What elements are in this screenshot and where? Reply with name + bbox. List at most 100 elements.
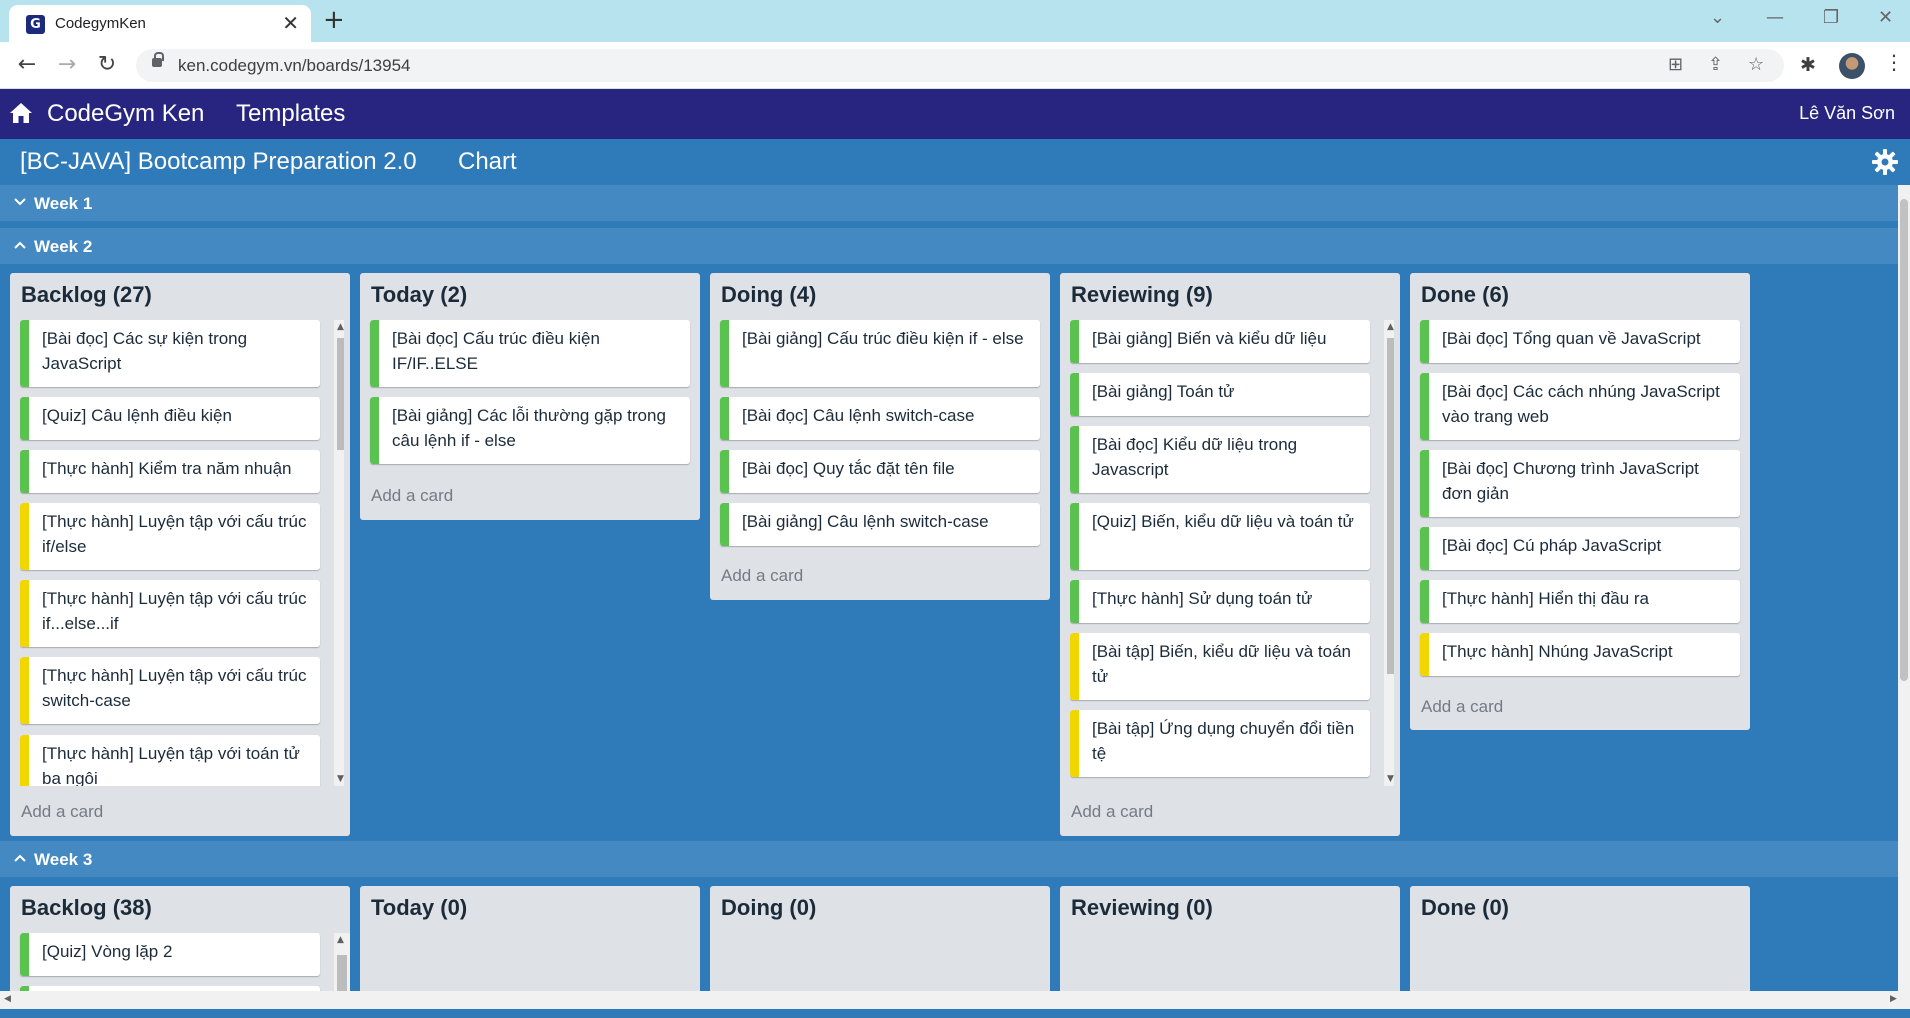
board-title[interactable]: [BC-JAVA] Bootcamp Preparation 2.0	[20, 148, 417, 176]
scroll-thumb[interactable]	[1387, 338, 1394, 674]
back-arrow-icon[interactable]: ←	[12, 50, 42, 80]
card[interactable]: [Thực hành] Luyện tập với cấu trúc if...…	[20, 580, 320, 647]
label-yellow	[20, 580, 29, 647]
card-text: [Bài giảng] Biến và kiểu dữ liệu	[1092, 329, 1327, 348]
scroll-up-icon[interactable]: ▲	[337, 322, 344, 332]
label-green	[370, 397, 379, 464]
forward-arrow-icon[interactable]: →	[52, 50, 82, 80]
card-text: [Bài giảng] Câu lệnh switch-case	[742, 512, 989, 531]
card[interactable]: [Quiz] Biến, kiểu dữ liệu và toán tử	[1070, 503, 1370, 570]
card[interactable]: [Bài đọc] Các cách nhúng JavaScript vào …	[1420, 373, 1740, 440]
label-green	[1420, 450, 1429, 517]
column-doing: Doing (0)	[710, 886, 1050, 996]
card[interactable]: [Thực hành] Nhúng JavaScript	[1420, 633, 1740, 676]
scroll-up-icon[interactable]: ▲	[337, 935, 344, 945]
share-icon[interactable]: ⇪	[1708, 54, 1723, 75]
page-scroll-thumb[interactable]	[1900, 199, 1908, 681]
scroll-down-icon[interactable]: ▼	[1387, 774, 1394, 784]
card[interactable]: [Bài đọc] Quy tắc đặt tên file	[720, 450, 1040, 493]
card[interactable]: [Quiz] Vòng lặp 2	[20, 933, 320, 976]
list-scrollbar[interactable]: ▲ ▼	[334, 320, 344, 786]
card[interactable]: [Thực hành] Luyện tập với toán tử ba ngô…	[20, 735, 320, 786]
browser-menu-icon[interactable]: ⋮	[1884, 50, 1904, 74]
card[interactable]: [Thực hành] Luyện tập với cấu trúc if/el…	[20, 503, 320, 570]
scroll-up-icon[interactable]: ▲	[1387, 322, 1394, 332]
card[interactable]: [Bài đọc] Chương trình JavaScript đơn gi…	[1420, 450, 1740, 517]
label-green	[1420, 320, 1429, 363]
label-green	[1070, 426, 1079, 493]
gear-icon[interactable]	[1872, 149, 1898, 175]
user-menu[interactable]: Lê Văn Sơn	[1799, 103, 1895, 124]
week-2-header[interactable]: Week 2	[0, 228, 1898, 264]
card-list: [Bài đọc] Các sự kiện trong JavaScript […	[20, 320, 344, 786]
card[interactable]: [Thực hành] Kiểm tra năm nhuận	[20, 450, 320, 493]
card[interactable]: [Bài đọc] Câu lệnh switch-case	[720, 397, 1040, 440]
chart-link[interactable]: Chart	[458, 148, 517, 176]
add-card-link[interactable]: Add a card	[721, 566, 803, 586]
tab-search-chevron-icon[interactable]: ⌄	[1710, 7, 1725, 28]
card[interactable]: [Bài đọc] Tổng quan về JavaScript	[1420, 320, 1740, 363]
home-icon[interactable]	[9, 102, 33, 124]
card-text: [Bài đọc] Chương trình JavaScript đơn gi…	[1442, 459, 1699, 503]
page-horizontal-scrollbar[interactable]: ◀ ▶	[0, 991, 1910, 1009]
new-tab-icon[interactable]: +	[323, 5, 345, 35]
scroll-down-icon[interactable]: ▼	[337, 774, 344, 784]
card-text: [Bài đọc] Quy tắc đặt tên file	[742, 459, 955, 478]
week-label: Week 3	[34, 850, 93, 869]
tab-close-icon[interactable]: ✕	[282, 11, 299, 36]
card[interactable]: [Quiz] Câu lệnh điều kiện	[20, 397, 320, 440]
add-card-link[interactable]: Add a card	[371, 486, 453, 506]
card[interactable]: [Thực hành] Hiển thị đầu ra	[1420, 580, 1740, 623]
bookmark-star-icon[interactable]: ☆	[1748, 54, 1764, 75]
page-vertical-scrollbar[interactable]	[1898, 185, 1910, 991]
week-3-header[interactable]: Week 3	[0, 841, 1898, 877]
brand-link[interactable]: CodeGym Ken	[47, 100, 204, 128]
card[interactable]: [Bài giảng] Biến và kiểu dữ liệu	[1070, 320, 1370, 363]
list-scrollbar[interactable]: ▲ ▼	[1384, 320, 1394, 786]
address-bar[interactable]: ken.codegym.vn/boards/13954 ⊞ ⇪ ☆	[136, 49, 1784, 82]
card[interactable]: [Bài giảng] Cấu trúc điều kiện if - else	[720, 320, 1040, 387]
card[interactable]: [Bài giảng] Các lỗi thường gặp trong câu…	[370, 397, 690, 464]
card[interactable]: [Bài tập] Ứng dụng chuyển đổi tiền tệ	[1070, 710, 1370, 777]
close-window-icon[interactable]: ✕	[1878, 7, 1893, 28]
lock-icon	[152, 52, 164, 67]
card-text: [Quiz] Câu lệnh điều kiện	[42, 406, 232, 425]
card[interactable]: [Bài đọc] Cú pháp JavaScript	[1420, 527, 1740, 570]
add-card-link[interactable]: Add a card	[1421, 697, 1503, 717]
scroll-thumb[interactable]	[337, 955, 347, 996]
add-card-link[interactable]: Add a card	[21, 802, 103, 822]
card[interactable]: [Bài đọc] Cấu trúc điều kiện IF/IF..ELSE	[370, 320, 690, 387]
column-doing: Doing (4) [Bài giảng] Cấu trúc điều kiện…	[710, 273, 1050, 600]
card-text: [Thực hành] Luyện tập với toán tử ba ngô…	[42, 744, 300, 786]
label-green	[1420, 373, 1429, 440]
extensions-puzzle-icon[interactable]: ✱	[1800, 54, 1816, 76]
reload-icon[interactable]: ↻	[92, 50, 122, 80]
add-card-link[interactable]: Add a card	[1071, 802, 1153, 822]
list-scrollbar[interactable]: ▲	[334, 933, 350, 996]
scroll-left-icon[interactable]: ◀	[4, 994, 11, 1004]
card[interactable]: [Bài đọc] Các sự kiện trong JavaScript	[20, 320, 320, 387]
card-text: [Bài đọc] Tổng quan về JavaScript	[1442, 329, 1701, 348]
week-1-header[interactable]: Week 1	[0, 185, 1898, 221]
card[interactable]: [Bài giảng] Toán tử	[1070, 373, 1370, 416]
label-green	[720, 320, 729, 387]
scroll-right-icon[interactable]: ▶	[1890, 994, 1897, 1004]
minimize-icon[interactable]: —	[1766, 7, 1784, 28]
column-title: Done (6)	[1421, 282, 1509, 307]
card[interactable]: [Thực hành] Sử dụng toán tử	[1070, 580, 1370, 623]
label-green	[20, 320, 29, 387]
templates-link[interactable]: Templates	[236, 100, 345, 128]
translate-icon[interactable]: ⊞	[1668, 54, 1683, 75]
browser-tab[interactable]: G CodegymKen ✕	[9, 5, 311, 42]
browser-toolbar: ← → ↻ ken.codegym.vn/boards/13954 ⊞ ⇪ ☆ …	[0, 42, 1910, 89]
scroll-thumb[interactable]	[337, 338, 344, 450]
card[interactable]: [Bài giảng] Câu lệnh switch-case	[720, 503, 1040, 546]
profile-avatar[interactable]	[1839, 53, 1865, 79]
label-yellow	[1420, 633, 1429, 676]
card-text: [Bài đọc] Các sự kiện trong JavaScript	[42, 329, 248, 373]
column-title: Today (0)	[371, 895, 468, 920]
card[interactable]: [Thực hành] Luyện tập với cấu trúc switc…	[20, 657, 320, 724]
restore-icon[interactable]: ❐	[1823, 7, 1839, 28]
card[interactable]: [Bài đọc] Kiểu dữ liệu trong Javascript	[1070, 426, 1370, 493]
card[interactable]: [Bài tập] Biến, kiểu dữ liệu và toán tử	[1070, 633, 1370, 700]
